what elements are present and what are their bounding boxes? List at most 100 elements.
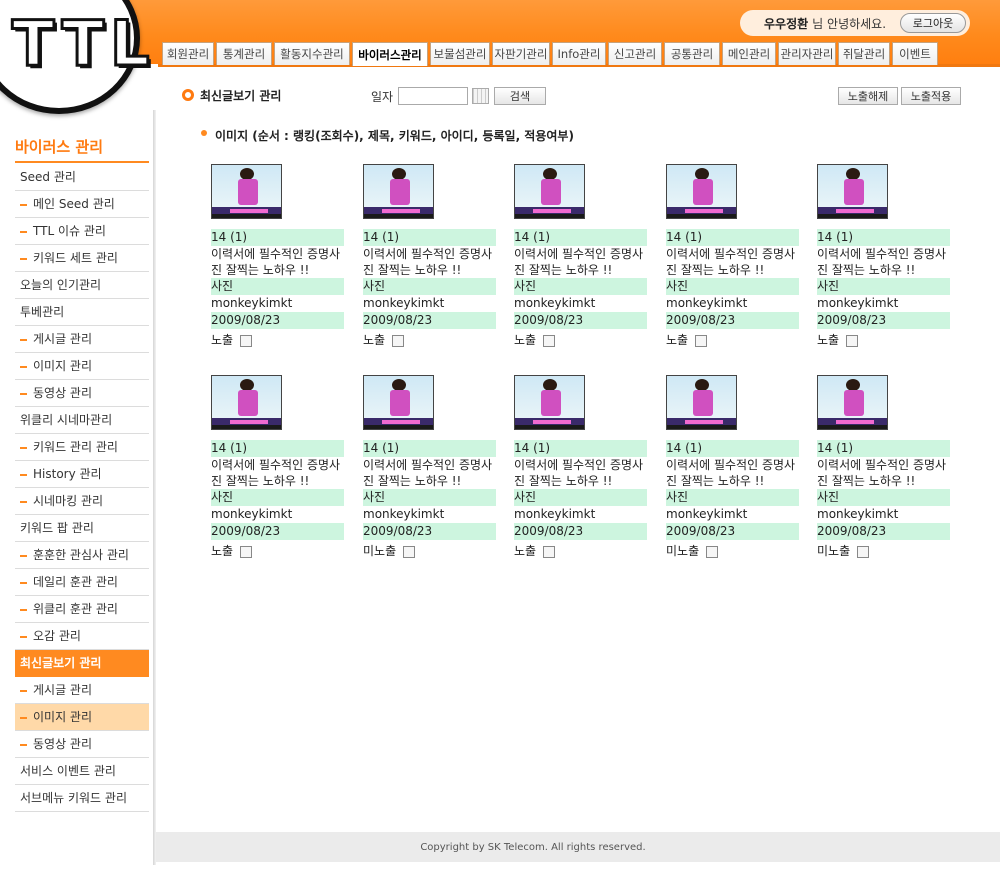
rank-value: 14 (1): [363, 229, 496, 246]
dash-icon: [20, 500, 27, 503]
rank-value: 14 (1): [363, 440, 496, 457]
tab-4[interactable]: 보물섬관리: [430, 42, 490, 65]
thumbnail-image[interactable]: [666, 375, 737, 430]
thumbnail-image[interactable]: [666, 164, 737, 219]
expose-checkbox[interactable]: [695, 334, 708, 347]
rank-value: 14 (1): [666, 229, 799, 246]
sidebar-item-1[interactable]: 메인 Seed 관리: [15, 191, 149, 218]
thumbnail-image[interactable]: [817, 164, 888, 219]
expose-status: 미노출: [817, 544, 851, 558]
tab-6[interactable]: Info관리: [552, 42, 606, 65]
expose-checkbox[interactable]: [706, 545, 719, 558]
sidebar-item-8[interactable]: 동영상 관리: [15, 380, 149, 407]
greeting-text: 님 안녕하세요.: [812, 16, 887, 31]
tab-0[interactable]: 회원관리: [162, 42, 214, 65]
thumbnail-image[interactable]: [514, 164, 585, 219]
sidebar-item-9[interactable]: 위클리 시네마관리: [15, 407, 149, 434]
dash-icon: [20, 581, 27, 584]
sidebar-item-label: 게시글 관리: [33, 683, 93, 697]
thumbnail-image[interactable]: [211, 164, 282, 219]
sidebar-item-20[interactable]: 이미지 관리: [15, 704, 149, 731]
image-card: 14 (1) 이력서에 필수적인 증명사진 잘찍는 노하우 !! 사진 monkeyk…: [363, 375, 496, 560]
sidebar-item-18[interactable]: 최신글보기 관리: [15, 650, 149, 677]
post-title[interactable]: 이력서에 필수적인 증명사진 잘찍는 노하우 !!: [363, 457, 496, 489]
sidebar-item-23[interactable]: 서브메뉴 키워드 관리: [15, 785, 149, 812]
tab-3[interactable]: 바이러스관리: [352, 42, 428, 66]
expose-checkbox[interactable]: [543, 545, 556, 558]
post-title[interactable]: 이력서에 필수적인 증명사진 잘찍는 노하우 !!: [666, 246, 799, 278]
sidebar-item-4[interactable]: 오늘의 인기관리: [15, 272, 149, 299]
sidebar-item-16[interactable]: 위클리 훈관 관리: [15, 596, 149, 623]
expose-control: 노출: [514, 543, 647, 560]
date-label: 일자: [371, 90, 394, 104]
sidebar-item-10[interactable]: 키워드 관리 관리: [15, 434, 149, 461]
card-row: 14 (1) 이력서에 필수적인 증명사진 잘찍는 노하우 !! 사진 monkeyk…: [211, 375, 971, 586]
sidebar-item-6[interactable]: 게시글 관리: [15, 326, 149, 353]
sidebar-item-12[interactable]: 시네마킹 관리: [15, 488, 149, 515]
sidebar-item-label: 서브메뉴 키워드 관리: [20, 791, 127, 805]
search-button[interactable]: 검색: [494, 87, 546, 105]
post-title[interactable]: 이력서에 필수적인 증명사진 잘찍는 노하우 !!: [817, 246, 950, 278]
sidebar-item-7[interactable]: 이미지 관리: [15, 353, 149, 380]
tab-2[interactable]: 활동지수관리: [274, 42, 350, 65]
tab-11[interactable]: 쥐달관리: [838, 42, 890, 65]
dash-icon: [20, 365, 27, 368]
date-input[interactable]: [398, 87, 468, 105]
thumbnail-image[interactable]: [514, 375, 585, 430]
expose-checkbox[interactable]: [403, 545, 416, 558]
dash-icon: [20, 257, 27, 260]
expose-checkbox[interactable]: [543, 334, 556, 347]
tab-12[interactable]: 이벤트: [892, 42, 938, 65]
sidebar-item-0[interactable]: Seed 관리: [15, 164, 149, 191]
logo-text[interactable]: TTL: [11, 4, 156, 84]
expose-checkbox[interactable]: [857, 545, 870, 558]
reg-date: 2009/08/23: [211, 312, 344, 329]
calendar-icon[interactable]: [472, 88, 489, 104]
dash-icon: [20, 473, 27, 476]
expose-checkbox[interactable]: [240, 545, 253, 558]
tab-9[interactable]: 메인관리: [722, 42, 776, 65]
sidebar-item-5[interactable]: 투베관리: [15, 299, 149, 326]
tab-10[interactable]: 관리자관리: [778, 42, 836, 65]
thumbnail-image[interactable]: [211, 375, 282, 430]
image-card: 14 (1) 이력서에 필수적인 증명사진 잘찍는 노하우 !! 사진 monkeyk…: [514, 164, 647, 349]
post-title[interactable]: 이력서에 필수적인 증명사진 잘찍는 노하우 !!: [211, 457, 344, 489]
sidebar-item-2[interactable]: TTL 이슈 관리: [15, 218, 149, 245]
expose-status: 미노출: [666, 544, 700, 558]
post-title[interactable]: 이력서에 필수적인 증명사진 잘찍는 노하우 !!: [817, 457, 950, 489]
post-title[interactable]: 이력서에 필수적인 증명사진 잘찍는 노하우 !!: [363, 246, 496, 278]
sidebar-item-15[interactable]: 데일리 훈관 관리: [15, 569, 149, 596]
tab-1[interactable]: 통계관리: [216, 42, 272, 65]
logout-button[interactable]: 로그아웃: [900, 13, 966, 33]
expose-checkbox[interactable]: [240, 334, 253, 347]
sidebar-item-label: 투베관리: [20, 305, 65, 319]
post-title[interactable]: 이력서에 필수적인 증명사진 잘찍는 노하우 !!: [514, 457, 647, 489]
expose-apply-button[interactable]: 노출적용: [901, 87, 961, 105]
thumbnail-image[interactable]: [817, 375, 888, 430]
reg-date: 2009/08/23: [666, 523, 799, 540]
sidebar-item-21[interactable]: 동영상 관리: [15, 731, 149, 758]
sidebar-item-11[interactable]: History 관리: [15, 461, 149, 488]
expose-checkbox[interactable]: [392, 334, 405, 347]
sidebar-item-13[interactable]: 키워드 팝 관리: [15, 515, 149, 542]
tab-5[interactable]: 자판기관리: [492, 42, 550, 65]
image-card: 14 (1) 이력서에 필수적인 증명사진 잘찍는 노하우 !! 사진 monkeyk…: [817, 164, 950, 349]
thumbnail-image[interactable]: [363, 164, 434, 219]
sidebar-item-label: 데일리 훈관 관리: [33, 575, 118, 589]
reg-date: 2009/08/23: [363, 312, 496, 329]
expose-checkbox[interactable]: [846, 334, 859, 347]
sidebar-item-3[interactable]: 키워드 세트 관리: [15, 245, 149, 272]
thumbnail-image[interactable]: [363, 375, 434, 430]
post-title[interactable]: 이력서에 필수적인 증명사진 잘찍는 노하우 !!: [514, 246, 647, 278]
dash-icon: [20, 716, 27, 719]
post-title[interactable]: 이력서에 필수적인 증명사진 잘찍는 노하우 !!: [211, 246, 344, 278]
sidebar-item-19[interactable]: 게시글 관리: [15, 677, 149, 704]
sidebar-item-17[interactable]: 오감 관리: [15, 623, 149, 650]
sidebar-item-22[interactable]: 서비스 이벤트 관리: [15, 758, 149, 785]
tab-8[interactable]: 공통관리: [664, 42, 720, 65]
tab-7[interactable]: 신고관리: [608, 42, 662, 65]
post-title[interactable]: 이력서에 필수적인 증명사진 잘찍는 노하우 !!: [666, 457, 799, 489]
sidebar-item-14[interactable]: 훈훈한 관심사 관리: [15, 542, 149, 569]
unexpose-button[interactable]: 노출해제: [838, 87, 898, 105]
keyword-value: 사진: [514, 278, 647, 295]
